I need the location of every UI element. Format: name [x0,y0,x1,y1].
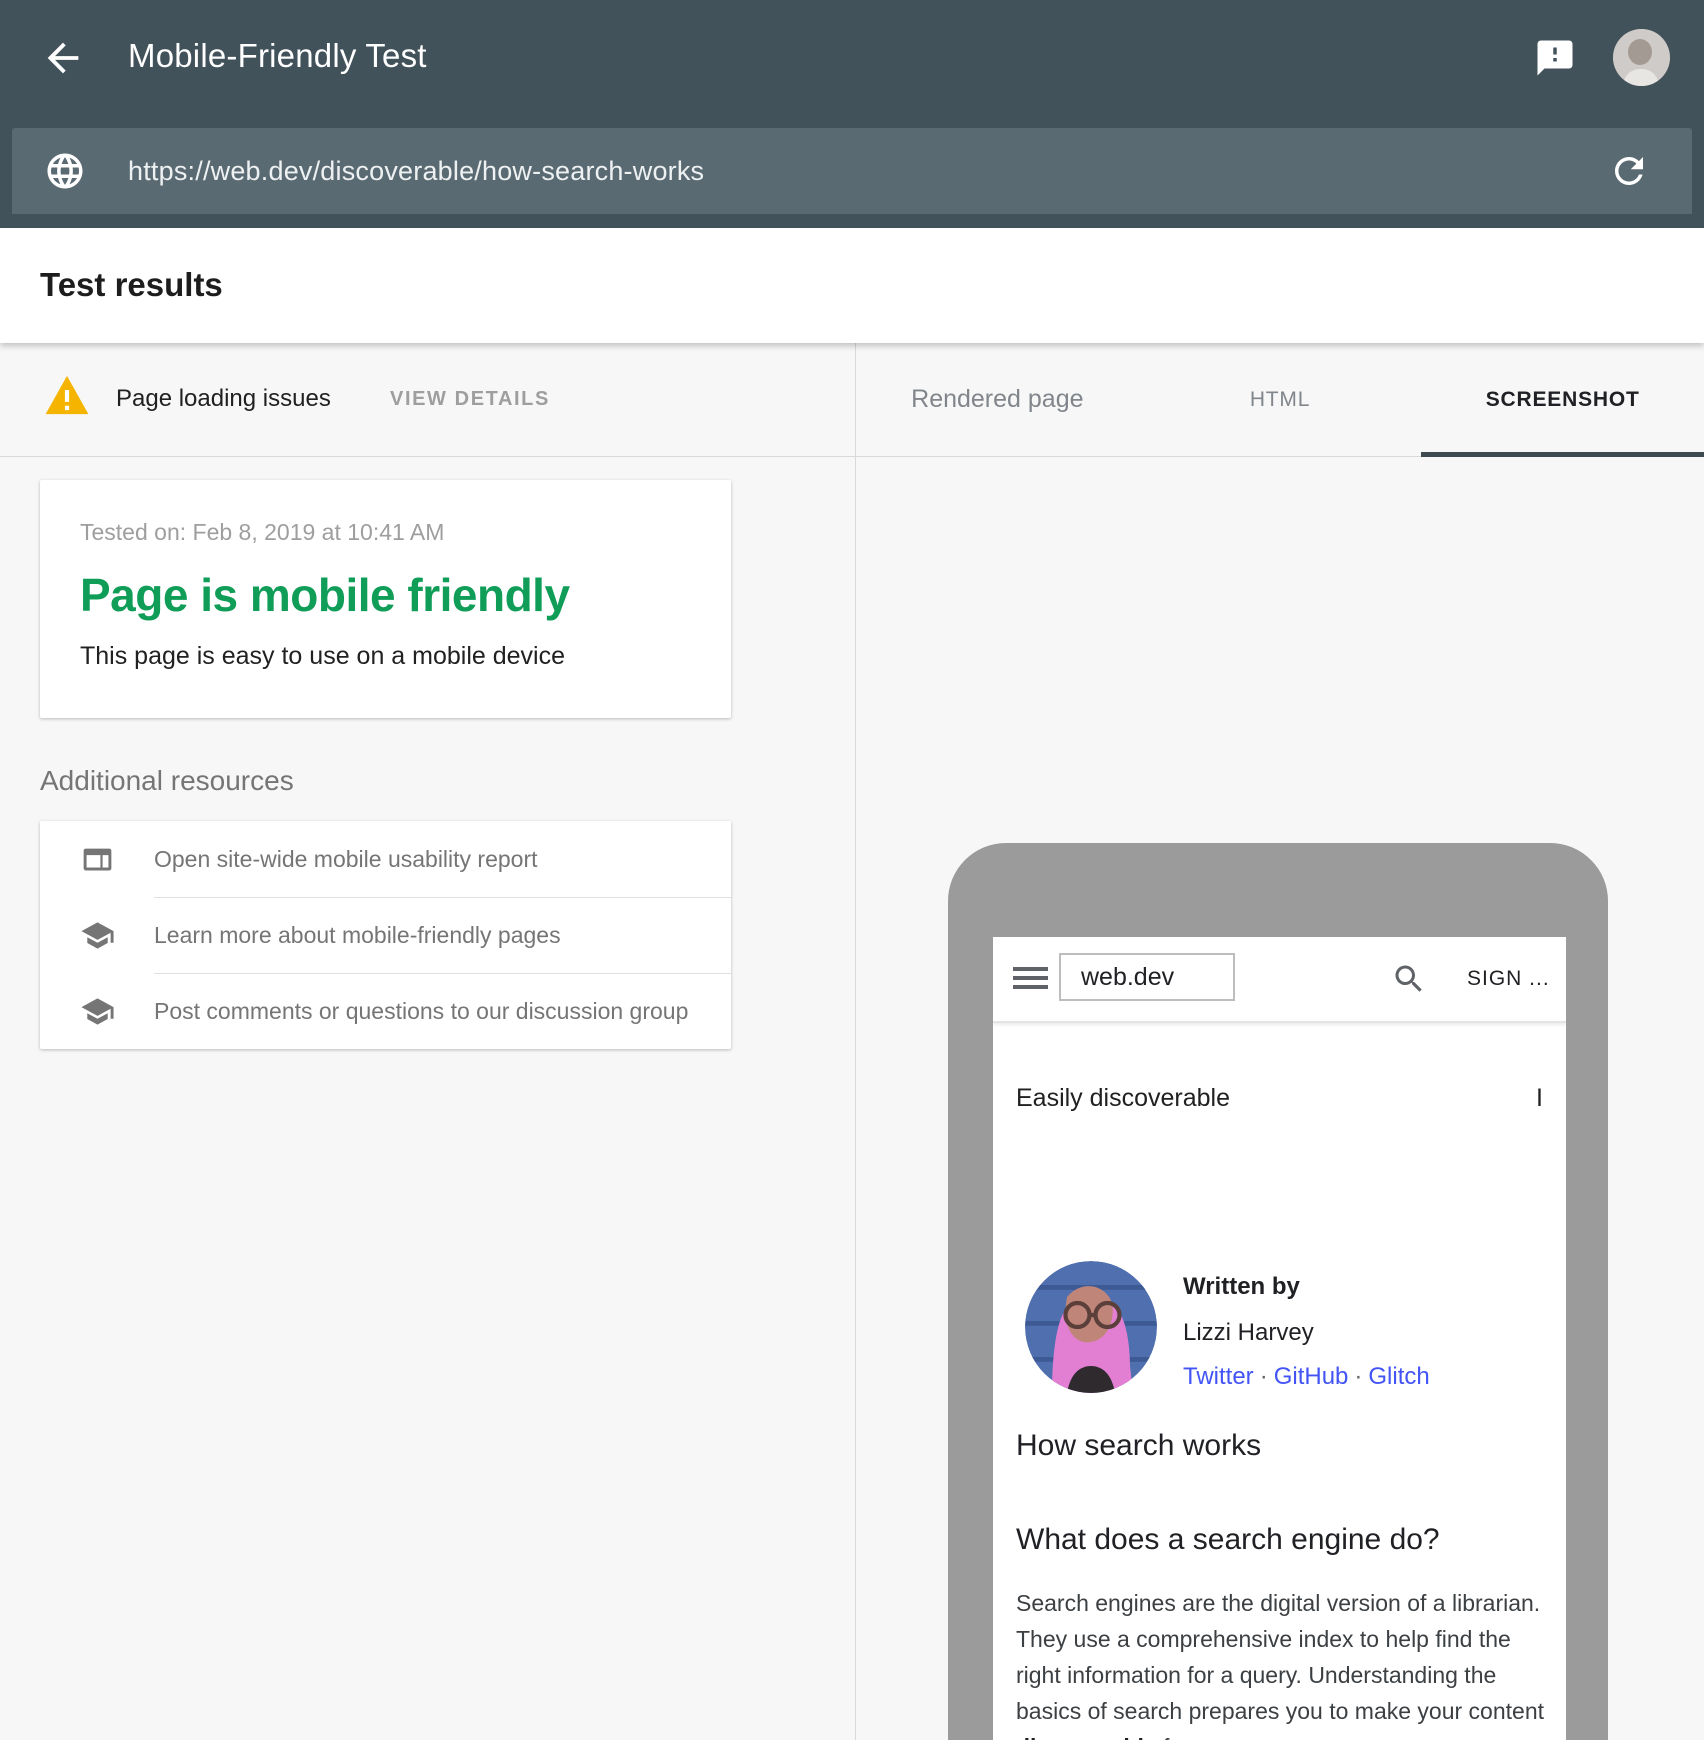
additional-resources-title: Additional resources [40,765,294,797]
results-header: Test results [0,228,1704,343]
feedback-button[interactable] [1534,37,1576,79]
verdict-description: This page is easy to use on a mobile dev… [80,642,565,671]
avatar-photo [1613,29,1670,86]
view-details-button[interactable]: VIEW DETAILS [390,388,550,411]
written-by-label: Written by [1183,1273,1300,1301]
author-links: Twitter·GitHub·Glitch [1183,1363,1430,1391]
verdict-card: Tested on: Feb 8, 2019 at 10:41 AM Page … [40,480,731,718]
tab-rendered-page[interactable]: Rendered page [856,343,1139,456]
usability-report-icon [80,842,115,877]
panel-divider [855,343,856,1740]
school-icon [80,994,115,1029]
app-bar: Mobile-Friendly Test https: [0,0,1704,228]
glitch-link: Glitch [1368,1363,1429,1390]
tab-html-label: HTML [1250,388,1310,412]
article-paragraph-1: Search engines are the digital version o… [1016,1585,1546,1740]
user-avatar[interactable] [1613,29,1670,86]
tab-html[interactable]: HTML [1139,343,1422,456]
author-name: Lizzi Harvey [1183,1319,1314,1347]
url-bar[interactable]: https://web.dev/discoverable/how-search-… [12,128,1692,214]
resource-item-learn-more[interactable]: Learn more about mobile-friendly pages [40,897,731,973]
github-link: GitHub [1274,1363,1349,1390]
phone-mockup: web.dev SIGN ... Easily discoverable I [948,843,1608,1740]
resource-item-label: Learn more about mobile-friendly pages [154,922,561,949]
screenshot-site-title: Easily discoverable [1016,1084,1230,1113]
arrow-left-icon [40,35,86,81]
resource-item-usability-report[interactable]: Open site-wide mobile usability report [40,821,731,897]
warning-icon [44,374,90,416]
resources-card: Open site-wide mobile usability report L… [40,821,731,1049]
article-heading: How search works [1016,1429,1261,1463]
feedback-icon [1534,37,1576,79]
phone-screenshot: web.dev SIGN ... Easily discoverable I [993,937,1566,1740]
issues-label: Page loading issues [116,385,331,413]
mobile-friendly-test-app: Mobile-Friendly Test https: [0,0,1704,1740]
search-icon [1391,961,1427,997]
resource-item-label: Post comments or questions to our discus… [154,998,688,1025]
resource-item-label: Open site-wide mobile usability report [154,846,538,873]
screenshot-browser-header: web.dev SIGN ... [993,937,1566,1023]
tab-screenshot-label: SCREENSHOT [1486,388,1640,412]
tab-screenshot[interactable]: SCREENSHOT [1421,343,1704,456]
url-text: https://web.dev/discoverable/how-search-… [128,156,704,187]
content-area: Page loading issues VIEW DETAILS Rendere… [0,343,1704,1740]
twitter-link: Twitter [1183,1363,1254,1390]
school-icon [80,918,115,953]
link-separator: · [1254,1363,1274,1390]
tab-rendered-page-label: Rendered page [911,385,1083,414]
refresh-icon [1608,150,1650,192]
screenshot-sign-in-label: SIGN ... [1467,967,1550,991]
page-title: Test results [40,266,223,304]
verdict-text: Page is mobile friendly [80,568,570,622]
tested-on-timestamp: Tested on: Feb 8, 2019 at 10:41 AM [80,519,444,546]
app-title: Mobile-Friendly Test [128,37,427,75]
back-button[interactable] [40,35,86,81]
screenshot-url-value: web.dev [1081,963,1174,992]
issues-toolbar: Page loading issues VIEW DETAILS [0,343,855,457]
article-subheading: What does a search engine do? [1016,1523,1440,1557]
paragraph-text: Search engines are the digital version o… [1016,1590,1544,1724]
app-bar-row: Mobile-Friendly Test [0,0,1704,128]
author-avatar [1025,1261,1157,1393]
result-tabs: Rendered page HTML SCREENSHOT [856,343,1704,457]
hamburger-menu-icon [1013,967,1048,991]
paragraph-bold-text: discoverable [1016,1734,1157,1740]
refresh-button[interactable] [1608,150,1650,192]
resource-item-discussion-group[interactable]: Post comments or questions to our discus… [40,973,731,1049]
paragraph-text: for users. [1157,1734,1259,1740]
screenshot-site-header-glyph: I [1536,1084,1543,1113]
globe-icon [44,150,86,192]
link-separator: · [1348,1363,1368,1390]
screenshot-url-field: web.dev [1059,953,1235,1001]
